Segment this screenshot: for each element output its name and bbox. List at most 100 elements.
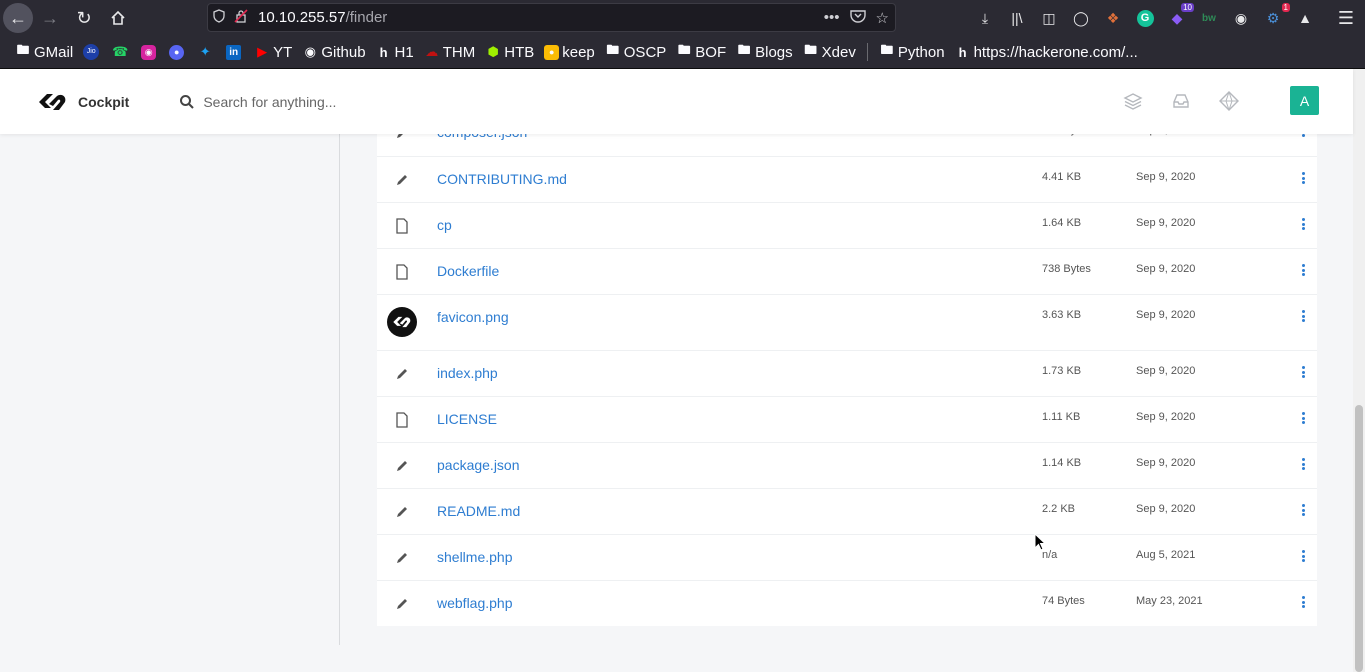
file-date: Sep 9, 2020 <box>1136 171 1196 183</box>
forms-icon[interactable] <box>1218 90 1240 112</box>
file-name-link[interactable]: cp <box>437 217 452 233</box>
bookmark-xdev[interactable]: 🖿 Xdev <box>798 39 861 65</box>
scrollbar-thumb[interactable] <box>1355 405 1363 672</box>
file-name-link[interactable]: CONTRIBUTING.md <box>437 171 567 187</box>
home-button[interactable] <box>101 1 135 35</box>
file-name-link[interactable]: Dockerfile <box>437 263 499 279</box>
bookmark-label: BOF <box>695 43 727 61</box>
forward-button[interactable]: → <box>33 1 67 35</box>
download-icon[interactable]: ⤓ <box>972 5 998 31</box>
page-scrollbar[interactable] <box>1353 69 1365 672</box>
file-name-link[interactable]: package.json <box>437 457 520 473</box>
folder-icon: 🖿 <box>606 42 620 57</box>
sidebar-icon[interactable]: ◫ <box>1036 5 1062 31</box>
extension-icon[interactable]: ❖ <box>1100 5 1126 31</box>
browser-toolbar: ← → ↻ 10.10.255.57/finder ••• ☆ ⤓ ||\ ◫ … <box>0 0 1365 36</box>
file-name-link[interactable]: webflag.php <box>437 595 513 611</box>
whatsapp-icon: ☎ <box>112 44 129 59</box>
bookmark-twitter[interactable]: ✦ <box>192 39 221 65</box>
more-actions-icon[interactable] <box>1301 550 1307 564</box>
home-icon <box>111 10 125 25</box>
more-actions-icon[interactable] <box>1301 264 1307 278</box>
library-icon[interactable]: ||\ <box>1004 5 1030 31</box>
bookmark-star-icon[interactable]: ☆ <box>876 9 889 27</box>
shield-icon[interactable] <box>208 9 230 26</box>
more-actions-icon[interactable] <box>1301 218 1307 232</box>
app-header: Cockpit A <box>0 69 1353 134</box>
linkedin-icon: in <box>226 44 242 60</box>
account-icon[interactable]: ◯ <box>1068 5 1094 31</box>
discord-icon: ● <box>169 44 185 60</box>
bookmark-hackerone[interactable]: h https://hackerone.com/... <box>950 39 1143 65</box>
bookmark-yt[interactable]: ▶ YT <box>249 39 297 65</box>
bookmark-htb[interactable]: ⬢ HTB <box>480 39 539 65</box>
bookmark-gmail[interactable]: 🖿 GMail <box>10 39 78 65</box>
collections-icon[interactable] <box>1122 90 1144 112</box>
arrow-right-icon: → <box>41 7 59 28</box>
bookmark-keep[interactable]: ● keep <box>539 39 600 65</box>
insecure-lock-icon[interactable] <box>230 9 252 26</box>
table-row: Dockerfile 738 Bytes Sep 9, 2020 <box>377 248 1317 294</box>
cookie-icon[interactable]: ◉ <box>1228 5 1254 31</box>
bookmark-discord[interactable]: ● <box>164 39 192 65</box>
bookmark-oscp[interactable]: 🖿 OSCP <box>600 39 672 65</box>
file-size: 4.41 KB <box>1042 171 1082 183</box>
youtube-icon: ▶ <box>257 44 268 59</box>
grammarly-icon[interactable]: G <box>1132 5 1158 31</box>
more-actions-icon[interactable] <box>1301 412 1307 426</box>
url-bar[interactable]: 10.10.255.57/finder ••• ☆ <box>207 3 896 32</box>
singletons-icon[interactable] <box>1170 90 1192 112</box>
file-name-link[interactable]: LICENSE <box>437 411 497 427</box>
bookmark-whatsapp[interactable]: ☎ <box>107 39 136 65</box>
bookmark-h1[interactable]: h H1 <box>371 39 419 65</box>
extension-icon[interactable]: bw <box>1196 5 1222 31</box>
jio-icon: Jio <box>83 44 100 60</box>
file-name-link[interactable]: shellme.php <box>437 549 513 565</box>
hackerone-icon: h <box>958 44 967 60</box>
file-name-link[interactable]: index.php <box>437 365 498 381</box>
extension-badge: 1 <box>1281 3 1290 12</box>
extension-icon[interactable]: ⚙ 1 <box>1260 3 1290 31</box>
bookmark-label: THM <box>442 43 476 61</box>
search-input[interactable] <box>203 93 504 110</box>
arrow-left-icon: ← <box>9 7 27 28</box>
bookmark-bof[interactable]: 🖿 BOF <box>671 39 731 65</box>
tryhackme-icon: ☁ <box>425 44 439 59</box>
file-icon <box>396 264 408 280</box>
bookmark-label: H1 <box>394 43 414 61</box>
file-date: Sep 9, 2020 <box>1136 365 1196 377</box>
more-actions-icon[interactable] <box>1301 596 1307 610</box>
pencil-icon <box>397 369 407 379</box>
more-actions-icon[interactable] <box>1301 366 1307 380</box>
brand-name[interactable]: Cockpit <box>78 94 129 110</box>
file-size: 1.73 KB <box>1042 365 1082 377</box>
pencil-icon <box>397 175 407 185</box>
folder-icon: 🖿 <box>677 42 691 57</box>
file-name-link[interactable]: favicon.png <box>437 309 509 325</box>
menu-button[interactable]: ☰ <box>1333 5 1359 31</box>
pocket-icon[interactable] <box>849 9 866 27</box>
page-actions-icon[interactable]: ••• <box>824 9 840 26</box>
extension-icon[interactable]: ◆ 10 <box>1164 3 1194 31</box>
file-name-link[interactable]: README.md <box>437 503 520 519</box>
user-avatar[interactable]: A <box>1290 86 1319 115</box>
bookmark-jio[interactable]: Jio <box>78 39 107 65</box>
more-actions-icon[interactable] <box>1301 504 1307 518</box>
reload-button[interactable]: ↻ <box>67 1 101 35</box>
bookmark-blogs[interactable]: 🖿 Blogs <box>731 39 798 65</box>
cockpit-logo-icon[interactable] <box>37 90 68 114</box>
more-actions-icon[interactable] <box>1301 458 1307 472</box>
file-size: 1.14 KB <box>1042 457 1082 469</box>
file-date: Sep 9, 2020 <box>1136 263 1196 275</box>
bookmark-instagram[interactable]: ◉ <box>136 39 164 65</box>
back-button[interactable]: ← <box>3 3 33 33</box>
bookmark-github[interactable]: ◉ Github <box>297 39 370 65</box>
bookmark-python[interactable]: 🖿 Python <box>874 39 950 65</box>
hat-icon[interactable]: ▲ <box>1292 5 1318 31</box>
url-text[interactable]: 10.10.255.57/finder <box>258 9 387 26</box>
bookmark-thm[interactable]: ☁ THM <box>419 39 481 65</box>
twitter-icon: ✦ <box>199 44 211 59</box>
more-actions-icon[interactable] <box>1301 172 1307 186</box>
more-actions-icon[interactable] <box>1301 310 1307 324</box>
bookmark-linkedin[interactable]: in <box>221 39 249 65</box>
